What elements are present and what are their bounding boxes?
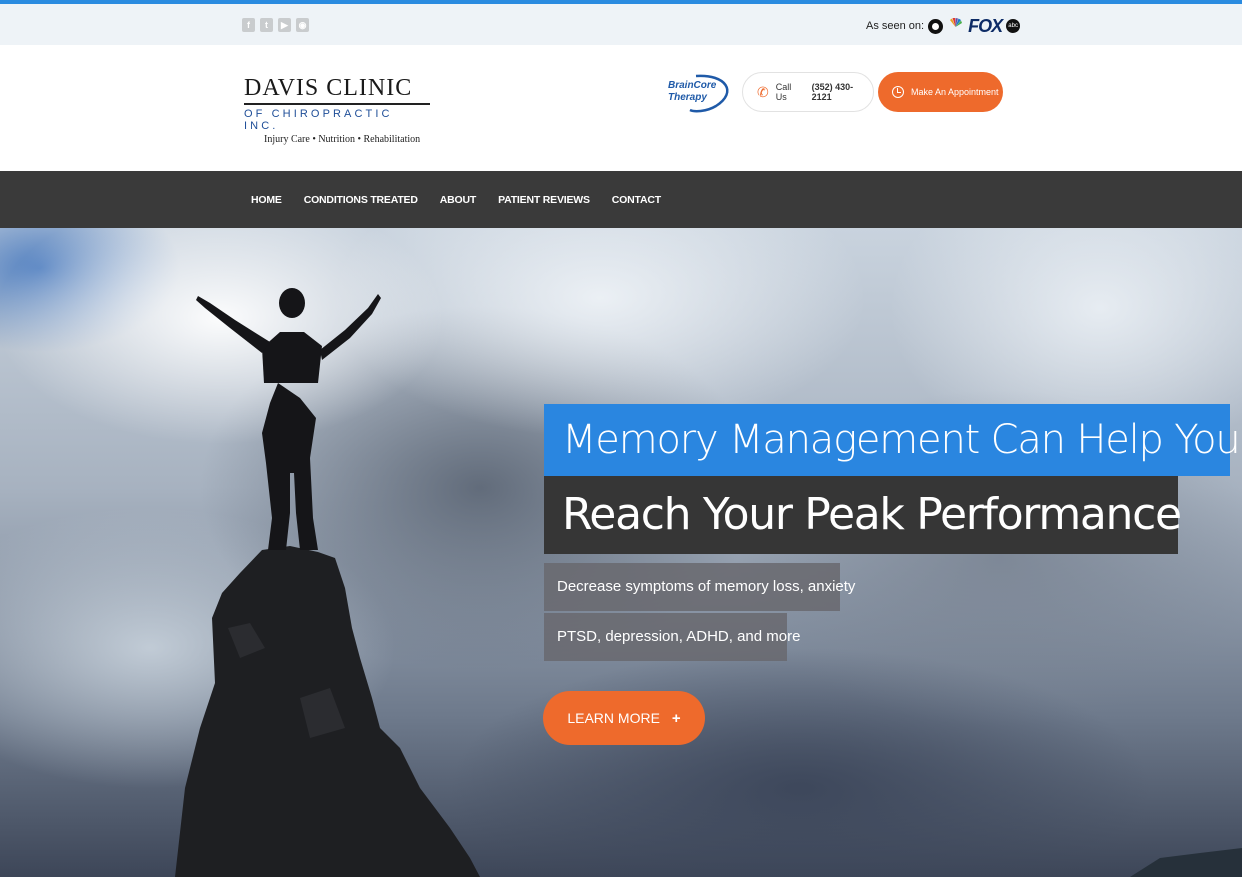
hero-headline-primary: Memory Management Can Help You — [544, 404, 1241, 476]
call-us-label: Call Us — [775, 82, 792, 102]
call-us-button[interactable]: ✆ Call Us (352) 430-2121 — [742, 72, 874, 112]
as-seen-on: As seen on: FOX abc — [866, 15, 1021, 36]
social-links: f t ▶ ◉ — [242, 18, 309, 32]
make-appointment-button[interactable]: Make An Appointment — [878, 72, 1003, 112]
braincore-line2: Therapy — [668, 92, 707, 103]
logo-tagline: Injury Care • Nutrition • Rehabilitation — [264, 134, 421, 145]
nav-item-conditions-treated[interactable]: CONDITIONS TREATED — [304, 194, 418, 206]
clinic-logo[interactable]: DAVIS CLINIC OF CHIROPRACTIC INC. Injury… — [244, 75, 430, 145]
site-header: DAVIS CLINIC OF CHIROPRACTIC INC. Injury… — [0, 45, 1242, 171]
nav-item-patient-reviews[interactable]: PATIENT REVIEWS — [498, 194, 590, 206]
twitter-icon[interactable]: t — [260, 18, 273, 32]
hero-banner: Memory Management Can Help You Reach You… — [0, 228, 1242, 877]
hero-subtext-1: Decrease symptoms of memory loss, anxiet… — [544, 563, 855, 611]
cbs-logo-icon — [928, 18, 944, 34]
nav-item-home[interactable]: HOME — [251, 194, 282, 206]
youtube-icon[interactable]: ▶ — [278, 18, 291, 32]
make-appointment-label: Make An Appointment — [911, 87, 999, 97]
clock-icon — [892, 86, 904, 98]
fox-logo: FOX — [968, 15, 1003, 36]
abc-logo: abc — [1006, 19, 1021, 33]
learn-more-button[interactable]: LEARN MORE + — [543, 691, 705, 745]
rss-icon[interactable]: ◉ — [296, 18, 309, 32]
logo-main-text: DAVIS CLINIC — [244, 75, 430, 105]
phone-number: (352) 430-2121 — [811, 82, 854, 102]
nbc-logo-icon — [947, 18, 964, 34]
plus-icon: + — [671, 709, 681, 727]
braincore-line1: BrainCore — [668, 80, 717, 91]
learn-more-label: LEARN MORE — [567, 710, 660, 726]
hero-subtext-2: PTSD, depression, ADHD, and more — [544, 613, 800, 661]
main-nav: HOME CONDITIONS TREATED ABOUT PATIENT RE… — [0, 171, 1242, 228]
as-seen-on-label: As seen on: — [866, 20, 925, 32]
hero-headline-secondary: Reach Your Peak Performance — [544, 476, 1182, 554]
facebook-icon[interactable]: f — [242, 18, 255, 32]
nav-item-about[interactable]: ABOUT — [440, 194, 477, 206]
phone-icon: ✆ — [757, 83, 769, 100]
nav-item-contact[interactable]: CONTACT — [612, 194, 661, 206]
top-bar: f t ▶ ◉ As seen on: FOX abc — [0, 0, 1242, 45]
braincore-logo[interactable]: BrainCore Therapy — [666, 72, 734, 114]
braincore-text: BrainCore Therapy — [668, 80, 716, 104]
logo-sub-text: OF CHIROPRACTIC INC. — [244, 108, 393, 132]
